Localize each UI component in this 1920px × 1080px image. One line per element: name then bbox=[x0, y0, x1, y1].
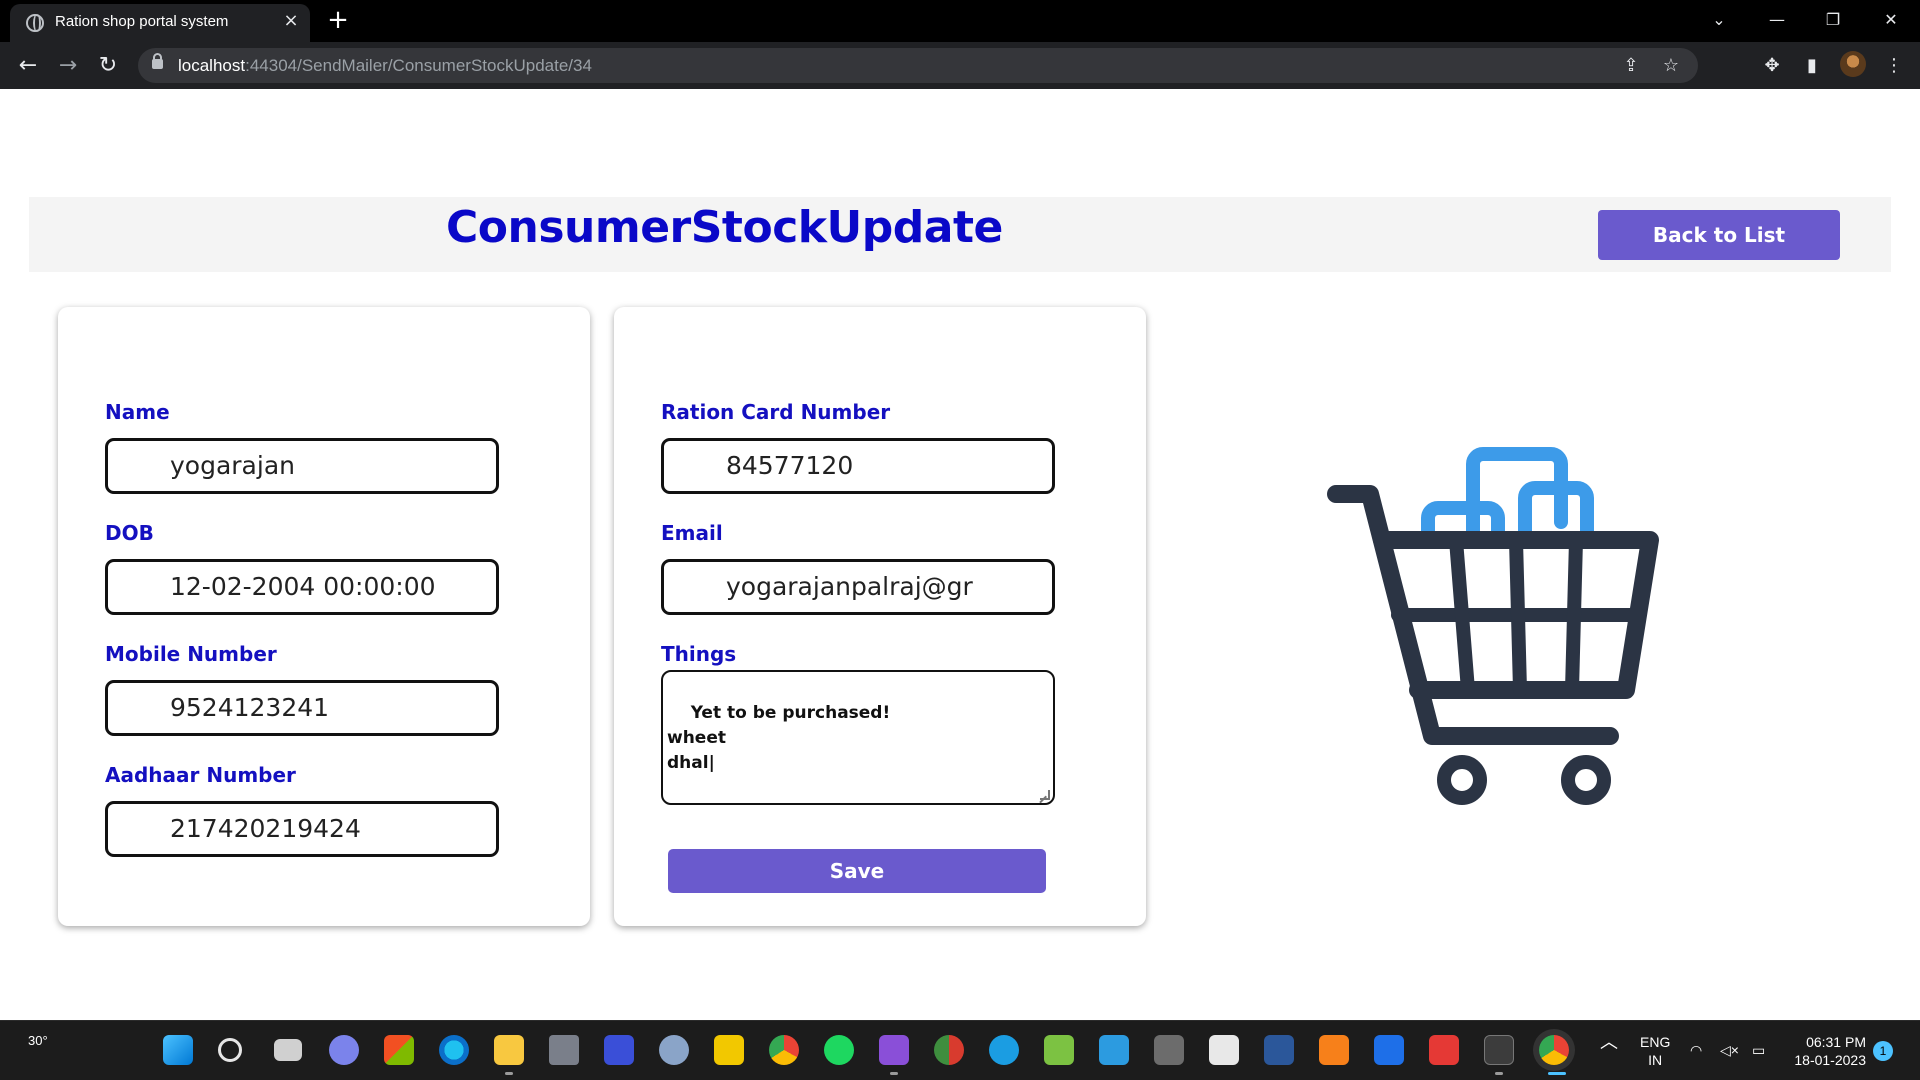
spotify-icon[interactable] bbox=[824, 1035, 854, 1065]
address-bar[interactable]: localhost:44304/SendMailer/ConsumerStock… bbox=[138, 48, 1698, 83]
microsoft-store-icon[interactable] bbox=[384, 1035, 414, 1065]
ration-card-number-label: Ration Card Number bbox=[661, 400, 891, 424]
share-icon[interactable]: ⇪ bbox=[1618, 53, 1644, 79]
vscode-icon[interactable] bbox=[1099, 1035, 1129, 1065]
volume-muted-icon[interactable]: ◁× bbox=[1720, 1041, 1739, 1059]
language-line2: IN bbox=[1648, 1052, 1663, 1068]
browser-toolbar: ← → ↻ localhost:44304/SendMailer/Consume… bbox=[0, 42, 1920, 89]
ration-card-number-input[interactable]: 84577120 bbox=[661, 438, 1055, 494]
dob-label: DOB bbox=[105, 521, 154, 545]
word-icon[interactable] bbox=[1264, 1035, 1294, 1065]
visual-studio-running-indicator bbox=[890, 1072, 898, 1075]
name-label: Name bbox=[105, 400, 170, 424]
aadhaar-number-label: Aadhaar Number bbox=[105, 763, 296, 787]
language-line1: ENG bbox=[1640, 1034, 1671, 1050]
chrome-active-icon[interactable] bbox=[1539, 1035, 1569, 1065]
terminal-icon[interactable] bbox=[1484, 1035, 1514, 1065]
aadhaar-number-input[interactable]: 217420219424 bbox=[105, 801, 499, 857]
back-arrow-icon[interactable]: ← bbox=[12, 50, 44, 82]
edge-icon[interactable] bbox=[439, 1035, 469, 1065]
notification-badge[interactable]: 1 bbox=[1873, 1041, 1893, 1061]
app-editor-icon[interactable] bbox=[604, 1035, 634, 1065]
chrome-icon[interactable] bbox=[769, 1035, 799, 1065]
teams-chat-icon[interactable] bbox=[329, 1035, 359, 1065]
things-label: Things bbox=[661, 642, 737, 666]
chevron-up-icon[interactable]: ︿ bbox=[1600, 1033, 1618, 1051]
chrome-active-indicator bbox=[1548, 1072, 1566, 1075]
notepad-icon[interactable] bbox=[1209, 1035, 1239, 1065]
cart-slat-2 bbox=[1509, 533, 1527, 697]
globe-icon bbox=[26, 14, 44, 32]
mobile-number-label: Mobile Number bbox=[105, 642, 277, 666]
back-to-list-button[interactable]: Back to List bbox=[1598, 210, 1840, 260]
shopping-cart-icon bbox=[1327, 447, 1659, 805]
browser-tab[interactable]: Ration shop portal system × bbox=[10, 4, 310, 42]
profile-avatar[interactable] bbox=[1840, 51, 1866, 77]
app-shield-icon[interactable] bbox=[1374, 1035, 1404, 1065]
close-tab-icon[interactable]: × bbox=[280, 10, 302, 32]
things-textarea[interactable]: Yet to be purchased! wheet dhal| bbox=[661, 670, 1055, 805]
personal-details-card: Name yogarajan DOB 12-02-2004 00:00:00 M… bbox=[58, 307, 590, 926]
skype-icon[interactable] bbox=[989, 1035, 1019, 1065]
tab-title: Ration shop portal system bbox=[55, 13, 229, 30]
file-explorer-running-indicator bbox=[505, 1072, 513, 1075]
tab-search-icon[interactable]: ⌄ bbox=[1704, 6, 1734, 34]
chrome-dev-icon[interactable] bbox=[934, 1035, 964, 1065]
settings-gear-icon[interactable] bbox=[659, 1035, 689, 1065]
browser-titlebar: Ration shop portal system × + ⌄ — ❐ ✕ bbox=[0, 0, 1920, 42]
cart-slat-1 bbox=[1449, 533, 1475, 697]
terminal-running-indicator bbox=[1495, 1072, 1503, 1075]
cart-slat-3 bbox=[1565, 533, 1583, 697]
url-host: localhost bbox=[178, 56, 246, 75]
ration-details-card: Ration Card Number 84577120 Email yogara… bbox=[614, 307, 1146, 926]
star-icon[interactable]: ☆ bbox=[1658, 53, 1684, 79]
app-shapes-icon[interactable] bbox=[1319, 1035, 1349, 1065]
email-label: Email bbox=[661, 521, 723, 545]
things-text: Yet to be purchased! wheet dhal| bbox=[667, 703, 891, 773]
name-input[interactable]: yogarajan bbox=[105, 438, 499, 494]
taskbar: 30° ︿ ENG IN ◠ ◁× ▭ 06:31 PM 18-01-2023 bbox=[0, 1020, 1920, 1080]
task-view-icon[interactable] bbox=[274, 1039, 302, 1061]
wifi-icon[interactable]: ◠ bbox=[1690, 1041, 1702, 1059]
save-button[interactable]: Save bbox=[668, 849, 1046, 893]
mobile-number-input[interactable]: 9524123241 bbox=[105, 680, 499, 736]
new-tab-button[interactable]: + bbox=[324, 6, 352, 34]
menu-icon[interactable]: ⋮ bbox=[1880, 52, 1908, 80]
email-input[interactable]: yogarajanpalraj@gr bbox=[661, 559, 1055, 615]
extensions-icon[interactable]: ✥ bbox=[1758, 52, 1786, 80]
weather-widget[interactable]: 30° bbox=[28, 1033, 48, 1048]
cart-wheel-right bbox=[1561, 755, 1611, 805]
reload-icon[interactable]: ↻ bbox=[92, 50, 124, 82]
clock-time: 06:31 PM bbox=[1806, 1034, 1866, 1050]
sticky-notes-icon[interactable] bbox=[714, 1035, 744, 1065]
app-hexagon-icon[interactable] bbox=[549, 1035, 579, 1065]
clock-date: 18-01-2023 bbox=[1794, 1052, 1866, 1068]
forward-arrow-icon[interactable]: → bbox=[52, 50, 84, 82]
close-window-icon[interactable]: ✕ bbox=[1876, 6, 1906, 34]
minimize-icon[interactable]: — bbox=[1762, 6, 1792, 34]
language-indicator[interactable]: ENG IN bbox=[1640, 1033, 1670, 1069]
cart-wheel-left bbox=[1437, 755, 1487, 805]
calculator-icon[interactable] bbox=[1154, 1035, 1184, 1065]
restore-icon[interactable]: ❐ bbox=[1818, 6, 1848, 34]
lock-icon[interactable] bbox=[152, 53, 163, 69]
excel-like-icon[interactable] bbox=[1044, 1035, 1074, 1065]
start-icon[interactable] bbox=[163, 1035, 193, 1065]
page-title: ConsumerStockUpdate bbox=[446, 202, 1003, 253]
visual-studio-icon[interactable] bbox=[879, 1035, 909, 1065]
url-path: :44304/SendMailer/ConsumerStockUpdate/34 bbox=[245, 56, 592, 75]
clock[interactable]: 06:31 PM 18-01-2023 bbox=[1790, 1033, 1866, 1069]
side-panel-icon[interactable]: ▮ bbox=[1798, 52, 1826, 80]
url-text: localhost:44304/SendMailer/ConsumerStock… bbox=[178, 56, 592, 76]
battery-icon[interactable]: ▭ bbox=[1752, 1041, 1765, 1059]
search-icon[interactable] bbox=[218, 1038, 242, 1062]
resize-handle-icon[interactable] bbox=[1040, 790, 1050, 800]
dob-input[interactable]: 12-02-2004 00:00:00 bbox=[105, 559, 499, 615]
cart-box-back bbox=[1466, 447, 1568, 545]
file-explorer-icon[interactable] bbox=[494, 1035, 524, 1065]
app-arrow-icon[interactable] bbox=[1429, 1035, 1459, 1065]
